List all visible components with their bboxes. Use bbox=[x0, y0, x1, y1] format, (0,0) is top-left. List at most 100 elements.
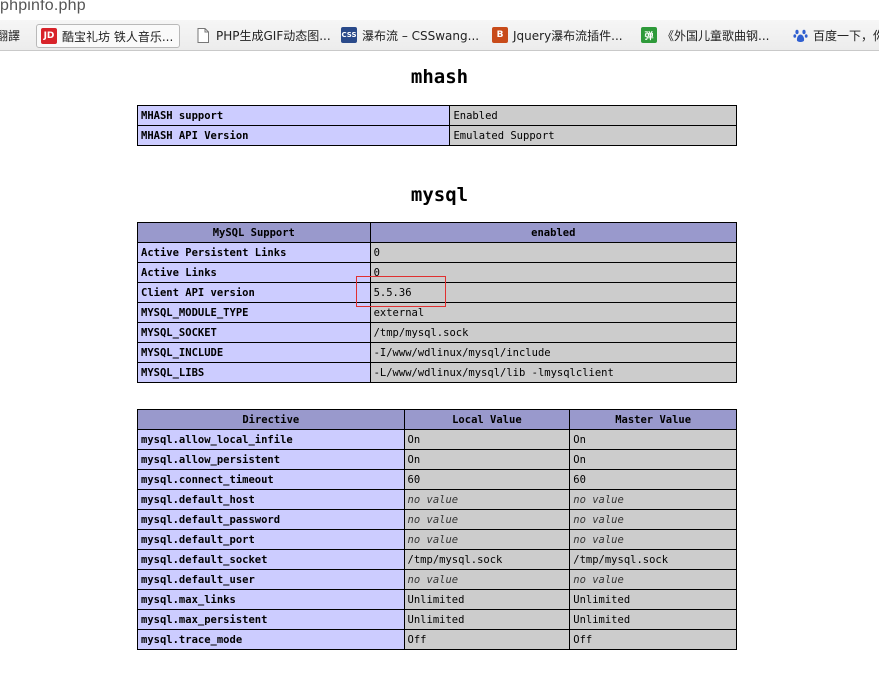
bookmark-piano[interactable]: 弹 《外国儿童歌曲钢... bbox=[641, 24, 769, 46]
bookmark-jd[interactable]: JD 酷宝礼坊 铁人音乐... bbox=[36, 24, 181, 48]
table-row: mysql.max_persistent Unlimited Unlimited bbox=[137, 609, 737, 630]
table-row: Active Links 0 bbox=[137, 262, 738, 283]
table-row: MYSQL_MODULE_TYPE external bbox=[137, 302, 738, 323]
row-value: Enabled bbox=[449, 105, 737, 126]
master-value: /tmp/mysql.sock bbox=[569, 549, 737, 570]
bookmark-label: 百度一下，你 bbox=[813, 28, 879, 43]
header-local-value: Local Value bbox=[403, 409, 571, 430]
bookmark-label: PHP生成GIF动态图... bbox=[216, 28, 331, 43]
mhash-table: MHASH support Enabled MHASH API Version … bbox=[136, 105, 737, 146]
table-row: mysql.max_links Unlimited Unlimited bbox=[137, 589, 737, 610]
row-label: MYSQL_MODULE_TYPE bbox=[137, 302, 371, 323]
header-cell: MySQL Support bbox=[137, 222, 371, 243]
master-value: Off bbox=[569, 629, 737, 650]
local-value: no value bbox=[403, 569, 571, 590]
local-value: Unlimited bbox=[403, 589, 571, 610]
master-value: On bbox=[569, 429, 737, 450]
directive-name: mysql.trace_mode bbox=[137, 629, 405, 650]
directive-name: mysql.max_links bbox=[137, 589, 405, 610]
local-value: /tmp/mysql.sock bbox=[403, 549, 571, 570]
local-value: Off bbox=[403, 629, 571, 650]
master-value: no value bbox=[569, 489, 737, 510]
table-row: mysql.default_host no value no value bbox=[137, 489, 737, 510]
section-title-mysql: mysql bbox=[410, 184, 469, 206]
table-row: mysql.connect_timeout 60 60 bbox=[137, 469, 737, 490]
row-label: Active Links bbox=[137, 262, 371, 283]
master-value: no value bbox=[569, 509, 737, 530]
table-row: mysql.allow_local_infile On On bbox=[137, 429, 737, 450]
local-value: On bbox=[403, 449, 571, 470]
table-header-row: MySQL Support enabled bbox=[137, 222, 738, 243]
row-label: MYSQL_LIBS bbox=[137, 362, 371, 383]
bookmark-jquery[interactable]: B Jquery瀑布流插件... bbox=[492, 24, 623, 46]
table-row: mysql.default_port no value no value bbox=[137, 529, 737, 550]
master-value: On bbox=[569, 449, 737, 470]
header-directive: Directive bbox=[137, 409, 405, 430]
table-row: mysql.default_user no value no value bbox=[137, 569, 737, 590]
bookmark-label: Jquery瀑布流插件... bbox=[513, 28, 623, 43]
page-icon bbox=[195, 27, 211, 43]
table-row: MHASH support Enabled bbox=[136, 105, 737, 126]
directive-name: mysql.default_password bbox=[137, 509, 405, 530]
bookmark-label: 翻譯 bbox=[0, 28, 21, 43]
bookmark-label: 《外国儿童歌曲钢... bbox=[662, 28, 770, 43]
mysql-table: MySQL Support enabled Active Persistent … bbox=[137, 222, 738, 383]
row-value: -I/www/wdlinux/mysql/include bbox=[369, 342, 738, 363]
address-bar[interactable]: phpinfo.php bbox=[0, 0, 879, 20]
row-label: MHASH support bbox=[136, 105, 451, 126]
local-value: On bbox=[403, 429, 571, 450]
directive-name: mysql.allow_local_infile bbox=[137, 429, 405, 450]
row-label: Client API version bbox=[137, 282, 371, 303]
master-value: Unlimited bbox=[569, 609, 737, 630]
section-title-mhash: mhash bbox=[410, 66, 469, 88]
table-row: MYSQL_INCLUDE -I/www/wdlinux/mysql/inclu… bbox=[137, 342, 738, 363]
url-text: phpinfo.php bbox=[0, 0, 86, 14]
jd-icon: JD bbox=[41, 28, 57, 44]
table-row: Active Persistent Links 0 bbox=[137, 242, 738, 263]
directives-table: Directive Local Value Master Value mysql… bbox=[137, 409, 737, 650]
master-value: Unlimited bbox=[569, 589, 737, 610]
bookmark-label: 酷宝礼坊 铁人音乐... bbox=[62, 29, 174, 44]
table-row: MHASH API Version Emulated Support bbox=[136, 125, 737, 146]
directive-name: mysql.max_persistent bbox=[137, 609, 405, 630]
bookmark-baidu[interactable]: 百度一下，你 bbox=[792, 24, 879, 46]
dan-icon: 弹 bbox=[641, 27, 657, 43]
directive-name: mysql.connect_timeout bbox=[137, 469, 405, 490]
table-row: MYSQL_LIBS -L/www/wdlinux/mysql/lib -lmy… bbox=[137, 362, 738, 383]
b-icon: B bbox=[492, 27, 508, 43]
table-row: mysql.default_password no value no value bbox=[137, 509, 737, 530]
directive-name: mysql.default_port bbox=[137, 529, 405, 550]
local-value: 60 bbox=[403, 469, 571, 490]
bookmark-csswang[interactable]: CSS 瀑布流 – CSSwang... bbox=[341, 24, 479, 46]
table-row: mysql.trace_mode Off Off bbox=[137, 629, 737, 650]
master-value: no value bbox=[569, 529, 737, 550]
master-value: no value bbox=[569, 569, 737, 590]
local-value: no value bbox=[403, 529, 571, 550]
table-row: Client API version 5.5.36 bbox=[137, 282, 738, 303]
local-value: no value bbox=[403, 509, 571, 530]
table-row: mysql.default_socket /tmp/mysql.sock /tm… bbox=[137, 549, 737, 570]
row-value: 0 bbox=[369, 242, 738, 263]
local-value: no value bbox=[403, 489, 571, 510]
row-label: Active Persistent Links bbox=[137, 242, 371, 263]
table-header-row: Directive Local Value Master Value bbox=[137, 409, 737, 430]
table-row: MYSQL_SOCKET /tmp/mysql.sock bbox=[137, 322, 738, 343]
row-label: MYSQL_INCLUDE bbox=[137, 342, 371, 363]
local-value: Unlimited bbox=[403, 609, 571, 630]
client-api-version-value: 5.5.36 bbox=[369, 282, 738, 303]
master-value: 60 bbox=[569, 469, 737, 490]
header-cell: enabled bbox=[369, 222, 738, 243]
row-value: /tmp/mysql.sock bbox=[369, 322, 738, 343]
bookmark-label: 瀑布流 – CSSwang... bbox=[362, 28, 480, 43]
row-value: Emulated Support bbox=[449, 125, 737, 146]
bookmark-translate[interactable]: 翻譯 bbox=[0, 24, 20, 46]
row-value: 0 bbox=[369, 262, 738, 283]
row-label: MYSQL_SOCKET bbox=[137, 322, 371, 343]
baidu-paw-icon bbox=[792, 27, 808, 43]
directive-name: mysql.default_socket bbox=[137, 549, 405, 570]
row-value: -L/www/wdlinux/mysql/lib -lmysqlclient bbox=[369, 362, 738, 383]
row-label: MHASH API Version bbox=[136, 125, 451, 146]
table-row: mysql.allow_persistent On On bbox=[137, 449, 737, 470]
bookmark-php-gif[interactable]: PHP生成GIF动态图... bbox=[195, 24, 331, 46]
directive-name: mysql.default_user bbox=[137, 569, 405, 590]
